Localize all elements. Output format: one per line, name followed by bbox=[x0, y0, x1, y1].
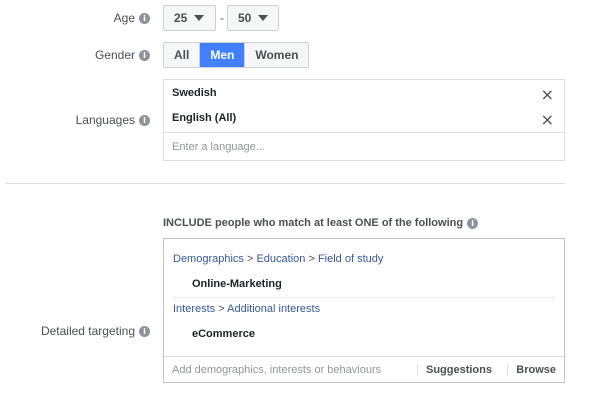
include-text: INCLUDE people who match at least ONE of… bbox=[163, 217, 464, 229]
detailed-targeting-label: Detailed targeting i bbox=[41, 324, 150, 338]
info-icon[interactable]: i bbox=[139, 325, 150, 337]
gender-men-button[interactable]: Men bbox=[200, 43, 246, 67]
browse-button[interactable]: Browse bbox=[507, 364, 556, 376]
gender-all-button[interactable]: All bbox=[164, 43, 201, 67]
targeting-input-row: Add demographics, interests or behaviour… bbox=[164, 356, 564, 383]
language-input[interactable]: Enter a language... bbox=[164, 132, 564, 161]
detailed-targeting-box: Demographics > Education > Field of stud… bbox=[163, 238, 565, 383]
breadcrumb: Demographics > Education > Field of stud… bbox=[173, 253, 384, 265]
info-icon[interactable]: i bbox=[139, 114, 150, 126]
caret-down-icon bbox=[194, 15, 205, 21]
age-min-select[interactable]: 25 bbox=[163, 5, 216, 31]
breadcrumb-education[interactable]: Education bbox=[256, 253, 305, 265]
languages-label-text: Languages bbox=[75, 113, 135, 127]
gender-label: Gender i bbox=[95, 48, 150, 62]
close-icon[interactable]: × bbox=[541, 87, 554, 103]
age-label: Age i bbox=[114, 11, 150, 25]
include-instruction: INCLUDE people who match at least ONE of… bbox=[163, 217, 479, 229]
section-divider bbox=[5, 183, 565, 184]
age-max-select[interactable]: 50 bbox=[227, 5, 279, 31]
info-icon[interactable]: i bbox=[139, 49, 150, 61]
gender-women-button[interactable]: Women bbox=[245, 43, 309, 67]
info-icon[interactable]: i bbox=[139, 12, 150, 24]
targeting-search-input[interactable]: Add demographics, interests or behaviour… bbox=[172, 364, 381, 376]
breadcrumb-additional-interests[interactable]: Additional interests bbox=[227, 303, 320, 315]
caret-down-icon bbox=[258, 15, 269, 21]
suggestions-button[interactable]: Suggestions bbox=[416, 364, 500, 376]
detailed-targeting-label-text: Detailed targeting bbox=[40, 324, 135, 338]
gender-label-text: Gender bbox=[94, 48, 135, 62]
gender-segmented-control: All Men Women bbox=[163, 42, 310, 68]
breadcrumb-demographics[interactable]: Demographics bbox=[173, 253, 244, 265]
age-label-text: Age bbox=[113, 11, 135, 25]
breadcrumb-interests[interactable]: Interests bbox=[173, 303, 215, 315]
info-icon[interactable]: i bbox=[467, 217, 479, 229]
age-separator: - bbox=[220, 11, 224, 25]
language-tag: Swedish bbox=[172, 87, 217, 99]
age-max-value: 50 bbox=[238, 11, 252, 25]
close-icon[interactable]: × bbox=[541, 112, 554, 128]
targeting-value: eCommerce bbox=[192, 328, 255, 340]
language-tag: English (All) bbox=[172, 112, 237, 124]
targeting-value: Online-Marketing bbox=[192, 278, 282, 290]
breadcrumb-field-of-study[interactable]: Field of study bbox=[318, 253, 383, 265]
age-min-value: 25 bbox=[174, 11, 188, 25]
breadcrumb: Interests > Additional interests bbox=[173, 303, 321, 315]
languages-label: Languages i bbox=[76, 113, 150, 127]
languages-box: Swedish × English (All) × Enter a langua… bbox=[163, 79, 565, 161]
group-divider bbox=[172, 297, 556, 298]
